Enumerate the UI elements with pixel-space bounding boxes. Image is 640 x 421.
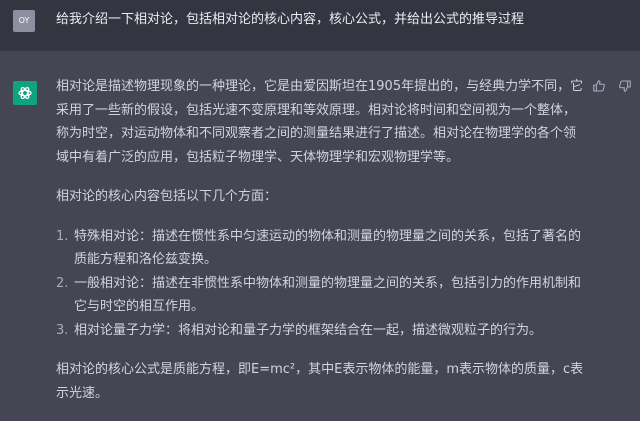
- list-item: 1. 特殊相对论：描述在惯性系中匀速运动的物体和测量的物理量之间的关系，包括了著…: [56, 225, 586, 272]
- user-message-row: OY 给我介绍一下相对论，包括相对论的核心内容，核心公式，并给出公式的推导过程: [0, 0, 640, 50]
- assistant-message-row: 相对论是描述物理现象的一种理论，它是由爱因斯坦在1905年提出的，与经典力学不同…: [0, 50, 640, 403]
- answer-paragraph: 相对论的核心内容包括以下几个方面：: [56, 189, 278, 204]
- user-avatar: OY: [13, 10, 35, 32]
- list-item-number: 3.: [56, 322, 69, 338]
- answer-paragraph: 相对论的核心公式是质能方程，即E=mc²，其中E表示物体的能量，m表示物体的质量…: [56, 362, 584, 401]
- list-item-text: 一般相对论：描述在非惯性系中物体和测量的物理量之间的关系，包括引力的作用机制和它…: [74, 275, 582, 315]
- openai-logo-icon: [13, 81, 37, 105]
- list-item-number: 1.: [56, 228, 69, 244]
- list-item-number: 2.: [56, 275, 69, 291]
- list-item-text: 特殊相对论：描述在惯性系中匀速运动的物体和测量的物理量之间的关系，包括了著名的质…: [74, 228, 582, 268]
- thumbs-down-icon[interactable]: [618, 79, 632, 93]
- answer-paragraph: 相对论是描述物理现象的一种理论，它是由爱因斯坦在1905年提出的，与经典力学不同…: [56, 79, 584, 165]
- user-prompt: 给我介绍一下相对论，包括相对论的核心内容，核心公式，并给出公式的推导过程: [56, 12, 525, 27]
- list-item: 2. 一般相对论：描述在非惯性系中物体和测量的物理量之间的关系，包括引力的作用机…: [56, 272, 586, 319]
- list-item-text: 相对论量子力学：将相对论和量子力学的框架结合在一起，描述微观粒子的行为。: [74, 322, 543, 338]
- assistant-answer: 相对论是描述物理现象的一种理论，它是由爱因斯坦在1905年提出的，与经典力学不同…: [56, 75, 586, 421]
- list-item: 3. 相对论量子力学：将相对论和量子力学的框架结合在一起，描述微观粒子的行为。: [56, 319, 586, 343]
- answer-list: 1. 特殊相对论：描述在惯性系中匀速运动的物体和测量的物理量之间的关系，包括了著…: [56, 225, 586, 343]
- thumbs-up-icon[interactable]: [592, 79, 606, 93]
- feedback-actions: [592, 79, 632, 93]
